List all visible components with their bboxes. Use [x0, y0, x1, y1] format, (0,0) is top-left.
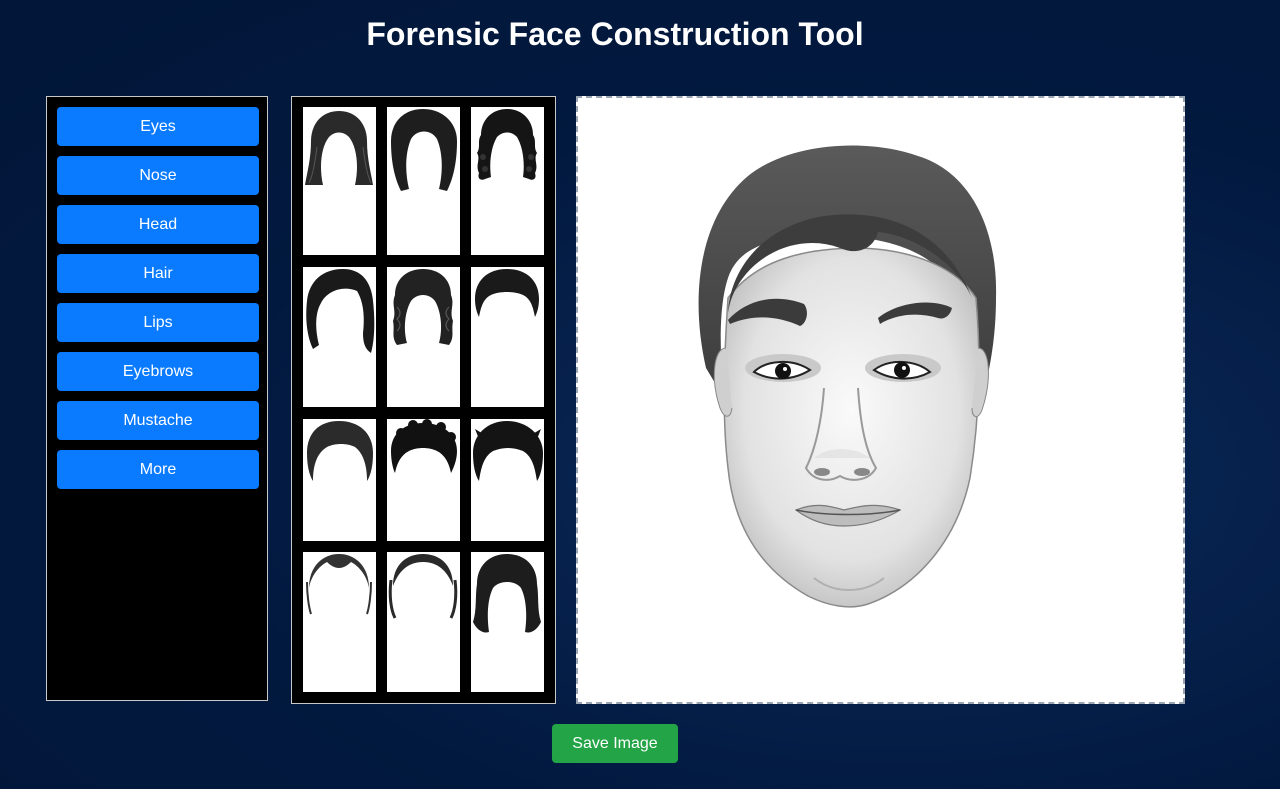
- wavy-shoulder-hair-icon: [393, 269, 453, 345]
- composite-face-sketch: [698, 145, 997, 608]
- menu-button-lips[interactable]: Lips: [57, 303, 259, 342]
- hair-option-tile[interactable]: [471, 267, 544, 407]
- hair-option-tile[interactable]: [387, 552, 460, 692]
- menu-button-more[interactable]: More: [57, 450, 259, 489]
- receding-hairline-icon: [388, 554, 458, 619]
- hair-option-tile[interactable]: [387, 419, 460, 541]
- curly-short-hair-icon: [391, 419, 457, 473]
- feature-menu: Eyes Nose Head Hair Lips Eyebrows Mustac…: [46, 96, 268, 701]
- medium-wavy-hair-icon: [473, 554, 541, 633]
- curly-long-hair-icon: [477, 109, 537, 180]
- hair-option-tile[interactable]: [471, 419, 544, 541]
- spiky-short-hair-icon: [473, 421, 543, 481]
- long-straight-hair-icon: [305, 111, 373, 185]
- bob-hair-icon: [391, 109, 457, 191]
- menu-button-eyebrows[interactable]: Eyebrows: [57, 352, 259, 391]
- save-image-button[interactable]: Save Image: [552, 724, 678, 763]
- hair-option-tile[interactable]: [303, 419, 376, 541]
- menu-button-mustache[interactable]: Mustache: [57, 401, 259, 440]
- hair-option-tile[interactable]: [303, 552, 376, 692]
- short-male-hair-icon: [475, 269, 539, 317]
- hair-option-tile[interactable]: [471, 107, 544, 255]
- menu-button-head[interactable]: Head: [57, 205, 259, 244]
- menu-button-eyes[interactable]: Eyes: [57, 107, 259, 146]
- hair-option-tile[interactable]: [303, 267, 376, 407]
- hair-option-tile[interactable]: [387, 107, 460, 255]
- hair-option-tile[interactable]: [471, 552, 544, 692]
- hair-options-grid: [291, 96, 556, 704]
- short-parted-hair-icon: [307, 421, 373, 481]
- side-swept-bob-hair-icon: [306, 269, 375, 353]
- menu-button-hair[interactable]: Hair: [57, 254, 259, 293]
- hair-option-tile[interactable]: [303, 107, 376, 255]
- bald-widows-peak-icon: [306, 554, 372, 615]
- page-title: Forensic Face Construction Tool: [366, 16, 864, 52]
- menu-button-nose[interactable]: Nose: [57, 156, 259, 195]
- hair-option-tile[interactable]: [387, 267, 460, 407]
- face-canvas[interactable]: [576, 96, 1185, 704]
